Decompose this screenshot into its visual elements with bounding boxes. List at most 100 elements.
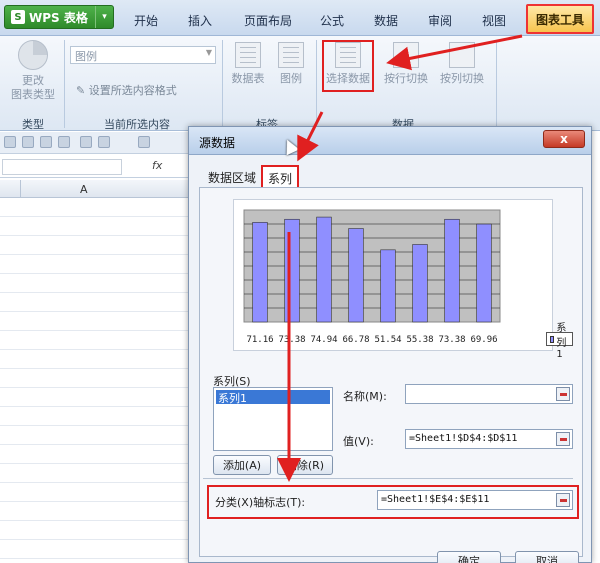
data-table-icon [235,42,261,68]
tab-data[interactable]: 数据 [374,12,398,29]
change-chart-type-label: 更改 图表类型 [11,74,55,101]
ok-button[interactable]: 确定 [437,551,501,563]
chart-preview: 71.16 73.38 74.94 66.78 51.54 55.38 73.38 69.96… [233,199,573,360]
chart-bar [476,223,492,323]
category-axis-label: 分类(X)轴标志(T): [215,496,306,509]
save-icon[interactable] [22,136,34,148]
chart-element-value: 图例 [75,50,97,63]
column-a-header[interactable]: A [80,183,88,196]
series-listbox[interactable]: 系列1 [213,387,333,451]
tab-home[interactable]: 开始 [134,12,158,29]
chart-bar [316,216,332,323]
highlight-select-data [322,40,374,92]
dialog-title-bar[interactable]: 源数据 x [189,127,591,155]
ribbon-divider [316,40,317,128]
group-label-current: 当前所选内容 [104,118,170,131]
redo-icon[interactable] [98,136,110,148]
legend-button[interactable]: 图例 [274,42,308,86]
chart-element-select[interactable]: 图例 ▼ [70,46,216,64]
column-header: A [0,180,190,198]
sheet-tab-icon[interactable] [138,136,150,148]
chart-bar [348,228,364,323]
group-label-type: 类型 [22,118,44,131]
ribbon-panel: 更改 图表类型 类型 图例 ▼ ✎ 设置所选内容格式 当前所选内容 数据表 图例… [0,36,600,131]
chevron-down-icon[interactable]: ▾ [95,6,113,28]
name-box[interactable] [2,159,122,175]
x-tick-label: 55.38 [406,335,433,345]
value-field[interactable]: =Sheet1!$D$4:$D$11 [405,429,573,449]
ribbon-divider [222,40,223,128]
switch-row-label: 按行切换 [384,72,428,85]
print-preview-icon[interactable] [58,136,70,148]
fx-label[interactable]: fx [152,159,162,172]
value-label: 值(V): [343,435,374,448]
cancel-button[interactable]: 取消 [515,551,579,563]
new-file-icon[interactable] [4,136,16,148]
chart-bar [412,244,428,323]
x-tick-label: 73.38 [278,335,305,345]
bar-chart: 71.16 73.38 74.94 66.78 51.54 55.38 73.38 69.96 [243,209,501,345]
tab-chart-tools[interactable]: 图表工具 [526,4,594,34]
chart-bar [284,218,300,323]
formula-bar: fx [0,156,190,178]
tab-view[interactable]: 视图 [482,12,506,29]
tab-data-range[interactable]: 数据区域 [203,167,261,187]
x-tick-label: 66.78 [342,335,369,345]
range-select-icon[interactable] [556,387,570,401]
format-selection-label: 设置所选内容格式 [88,84,177,97]
legend-swatch [550,335,555,343]
name-label: 名称(M): [343,390,387,403]
x-tick-label: 73.38 [438,335,465,345]
chevron-down-icon: ▼ [205,48,212,57]
data-table-label: 数据表 [231,72,265,85]
range-select-icon[interactable] [556,432,570,446]
legend-series-name: 系列1 [556,322,567,360]
app-name: WPS 表格 [29,10,88,25]
range-select-icon[interactable] [556,493,570,507]
x-tick-label: 71.16 [246,335,273,345]
dialog-title: 源数据 [199,136,236,150]
change-chart-type-button[interactable]: 更改 图表类型 [8,40,58,102]
list-item[interactable]: 系列1 [216,390,330,405]
delete-series-button[interactable]: 删除(R) [277,455,333,475]
legend-icon [278,42,304,68]
x-tick-label: 51.54 [374,335,401,345]
undo-icon[interactable] [80,136,92,148]
chart-legend: 系列1 [546,323,573,360]
divider [203,478,573,479]
wps-app-button[interactable]: S WPS 表格 ▾ [4,5,114,29]
chart-bar [444,218,460,323]
chart-bar [380,249,396,323]
legend-label: 图例 [280,72,302,85]
tab-page-layout[interactable]: 页面布局 [244,12,292,29]
ribbon-tab-bar: S WPS 表格 ▾ 开始 插入 页面布局 公式 数据 审阅 视图 图表工具 [0,0,600,36]
x-tick-label: 74.94 [310,335,337,345]
close-button[interactable]: x [543,130,585,148]
x-tick-label: 69.96 [470,335,497,345]
tab-series[interactable]: 系列 [261,165,300,189]
ribbon-divider [496,40,497,128]
tab-formulas[interactable]: 公式 [320,12,344,29]
switch-column-button[interactable]: 按列切换 [436,42,488,86]
wps-logo-icon: S [11,10,25,24]
add-series-button[interactable]: 添加(A) [213,455,271,475]
quick-access-toolbar [0,132,190,154]
value-field-value: =Sheet1!$D$4:$D$11 [409,433,518,444]
worksheet-grid[interactable] [0,198,190,563]
brush-icon: ✎ [76,84,86,97]
switch-column-icon [449,42,475,68]
tab-review[interactable]: 审阅 [428,12,452,29]
category-axis-value: =Sheet1!$E$4:$E$11 [381,494,490,505]
name-field[interactable] [405,384,573,404]
switch-row-button[interactable]: 按行切换 [380,42,432,86]
tab-insert[interactable]: 插入 [188,12,212,29]
source-data-dialog: 源数据 x 数据区域 系列 71.16 73.38 74.94 66.78 51.54 5… [188,126,592,563]
format-selection-button[interactable]: ✎ 设置所选内容格式 [76,82,177,98]
print-icon[interactable] [40,136,52,148]
ribbon-divider [64,40,65,128]
pie-chart-icon [18,40,48,70]
chart-bar [252,222,268,323]
data-table-button[interactable]: 数据表 [228,42,268,86]
category-axis-field[interactable]: =Sheet1!$E$4:$E$11 [377,490,573,510]
switch-row-icon [393,42,419,68]
